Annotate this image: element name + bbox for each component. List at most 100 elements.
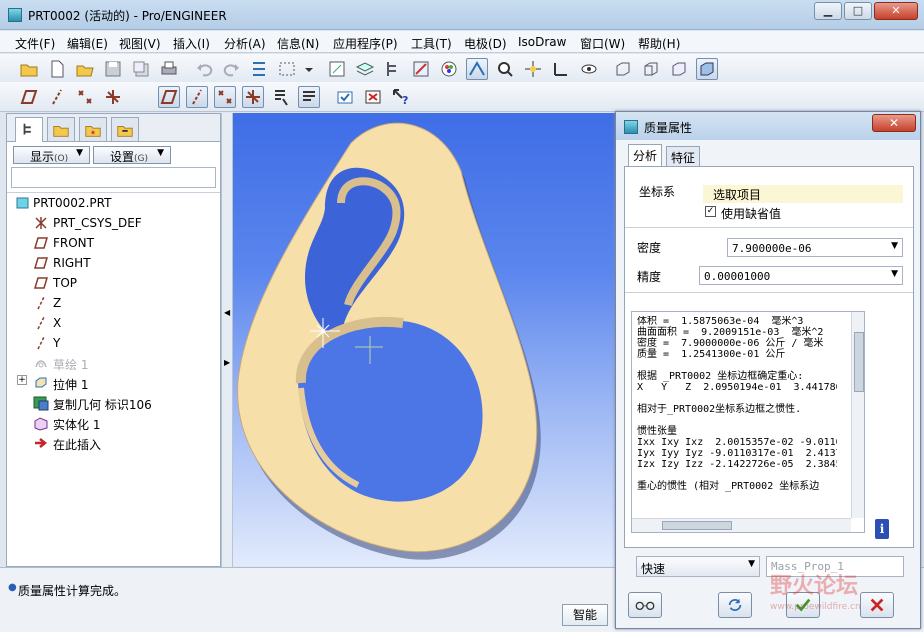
accuracy-field[interactable]: 0.00001000 ▼ bbox=[699, 266, 903, 285]
tree-item-axis-y[interactable]: Y bbox=[31, 333, 211, 353]
minimize-button[interactable]: ▁ bbox=[814, 2, 842, 20]
select-box-icon[interactable] bbox=[276, 58, 298, 80]
datum-plane-tool-icon[interactable] bbox=[18, 86, 40, 108]
context-help-icon[interactable]: ? bbox=[390, 86, 412, 108]
expand-icon[interactable]: + bbox=[17, 375, 27, 385]
tree-item-front[interactable]: FRONT bbox=[31, 233, 211, 253]
results-output[interactable]: 体积 = 1.5875063e-04 毫米^3 曲面面积 = 9.2009151e… bbox=[631, 311, 865, 533]
hidden-line-icon[interactable] bbox=[640, 58, 662, 80]
close-button[interactable]: ✕ bbox=[874, 2, 918, 20]
maximize-button[interactable]: □ bbox=[844, 2, 872, 20]
density-field[interactable]: 7.900000e-06 ▼ bbox=[727, 238, 903, 257]
model-tree-icon[interactable] bbox=[382, 58, 404, 80]
tab-model-tree[interactable] bbox=[15, 117, 43, 142]
new-file-icon[interactable] bbox=[46, 58, 68, 80]
reorient-icon[interactable] bbox=[298, 86, 320, 108]
tree-item-top[interactable]: TOP bbox=[31, 273, 211, 293]
no-hidden-icon[interactable] bbox=[668, 58, 690, 80]
tree-item-sketch[interactable]: 草绘 1 bbox=[31, 353, 211, 373]
zoom-icon[interactable] bbox=[494, 58, 516, 80]
appearance-icon[interactable] bbox=[438, 58, 460, 80]
chevron-down-icon: ▼ bbox=[157, 148, 164, 158]
open-file-icon[interactable] bbox=[74, 58, 96, 80]
results-horizontal-scrollbar[interactable] bbox=[632, 518, 851, 532]
redo-icon[interactable] bbox=[220, 58, 242, 80]
menu-applications[interactable]: 应用程序(P) bbox=[333, 35, 398, 52]
tree-item-csys[interactable]: PRT_CSYS_DEF bbox=[31, 213, 211, 233]
results-vertical-scrollbar[interactable] bbox=[851, 312, 864, 518]
wireframe-icon[interactable] bbox=[612, 58, 634, 80]
scroll-thumb[interactable] bbox=[662, 521, 732, 530]
datum-display-icon[interactable] bbox=[466, 58, 488, 80]
tab-folder-browser[interactable] bbox=[47, 117, 75, 141]
undo-icon[interactable] bbox=[194, 58, 216, 80]
recompute-button[interactable] bbox=[718, 592, 752, 618]
menu-electrode[interactable]: 电极(D) bbox=[464, 35, 507, 52]
select-dropdown-icon[interactable] bbox=[298, 58, 314, 80]
tree-item-copy-geometry[interactable]: 复制几何 标识106 bbox=[31, 393, 211, 413]
menu-help[interactable]: 帮助(H) bbox=[638, 35, 680, 52]
axis-display-toggle-icon[interactable] bbox=[186, 86, 208, 108]
show-dropdown[interactable]: 显示(O) ▼ bbox=[13, 146, 90, 164]
tree-item-solidify[interactable]: 实体化 1 bbox=[31, 413, 211, 433]
datum-csys-tool-icon[interactable] bbox=[102, 86, 124, 108]
graphics-viewport[interactable] bbox=[233, 113, 617, 566]
tab-analysis[interactable]: 分析 bbox=[628, 144, 663, 167]
select-item-field[interactable]: 选取项目 bbox=[703, 185, 903, 203]
panel-splitter[interactable]: ◀ ▶ bbox=[221, 113, 233, 567]
tree-item-axis-x[interactable]: X bbox=[31, 313, 211, 333]
shading-icon[interactable] bbox=[696, 58, 718, 80]
info-icon[interactable]: i bbox=[875, 519, 889, 539]
dialog-close-button[interactable]: ✕ bbox=[872, 114, 916, 132]
app-icon bbox=[8, 8, 22, 22]
menu-edit[interactable]: 编辑(E) bbox=[67, 35, 108, 52]
tab-feature[interactable]: 特征 bbox=[666, 146, 701, 166]
menu-analysis[interactable]: 分析(A) bbox=[224, 35, 266, 52]
tree-item-extrude[interactable]: + 拉伸 1 bbox=[17, 373, 211, 393]
tree-search-field[interactable] bbox=[11, 167, 216, 188]
tree-item-insert-here[interactable]: 在此插入 bbox=[31, 433, 211, 453]
spin-center-icon[interactable] bbox=[522, 58, 544, 80]
mapkey-icon[interactable] bbox=[334, 86, 356, 108]
datum-axis-tool-icon[interactable] bbox=[46, 86, 68, 108]
selection-filter-dropdown[interactable]: 智能 bbox=[562, 604, 608, 626]
expand-right-icon[interactable]: ▶ bbox=[224, 358, 230, 367]
tab-favorites[interactable] bbox=[79, 117, 107, 141]
menu-view[interactable]: 视图(V) bbox=[119, 35, 161, 52]
part-model[interactable] bbox=[233, 113, 617, 566]
point-display-icon[interactable] bbox=[214, 86, 236, 108]
print-icon[interactable] bbox=[158, 58, 180, 80]
tab-connections[interactable] bbox=[111, 117, 139, 141]
mode-dropdown[interactable]: 快速 ▼ bbox=[636, 556, 760, 577]
csys-display-icon[interactable] bbox=[242, 86, 264, 108]
settings-label: 设置 bbox=[110, 150, 135, 164]
tree-item-root[interactable]: PRT0002.PRT bbox=[13, 193, 213, 213]
use-default-checkbox[interactable]: ✓ bbox=[705, 206, 716, 217]
menu-file[interactable]: 文件(F) bbox=[15, 35, 55, 52]
close-window-icon[interactable] bbox=[362, 86, 384, 108]
glasses-preview-button[interactable] bbox=[628, 592, 662, 618]
menu-tools[interactable]: 工具(T) bbox=[411, 35, 452, 52]
plane-display-icon[interactable] bbox=[158, 86, 180, 108]
tree-item-right[interactable]: RIGHT bbox=[31, 253, 211, 273]
sketch-view-icon[interactable] bbox=[410, 58, 432, 80]
regenerate-icon[interactable] bbox=[248, 58, 270, 80]
menu-info[interactable]: 信息(N) bbox=[277, 35, 319, 52]
menu-window[interactable]: 窗口(W) bbox=[580, 35, 625, 52]
axis-display-icon[interactable] bbox=[550, 58, 572, 80]
tree-item-axis-z[interactable]: Z bbox=[31, 293, 211, 313]
eye-icon[interactable] bbox=[578, 58, 600, 80]
menu-insert[interactable]: 插入(I) bbox=[173, 35, 210, 52]
collapse-left-icon[interactable]: ◀ bbox=[224, 308, 230, 317]
layers-icon[interactable] bbox=[354, 58, 376, 80]
open-folder-icon[interactable] bbox=[18, 58, 40, 80]
save-copy-icon[interactable] bbox=[130, 58, 152, 80]
menu-isodraw[interactable]: IsoDraw bbox=[518, 35, 566, 49]
settings-dropdown[interactable]: 设置(G) ▼ bbox=[93, 146, 171, 164]
scroll-thumb[interactable] bbox=[854, 332, 864, 392]
save-icon[interactable] bbox=[102, 58, 124, 80]
annotation-display-icon[interactable] bbox=[270, 86, 292, 108]
orient-view-icon[interactable] bbox=[326, 58, 348, 80]
datum-point-tool-icon[interactable] bbox=[74, 86, 96, 108]
results-line: Ixx Ixy Ixz 2.0015357e-02 -9.0110 bbox=[637, 437, 837, 448]
